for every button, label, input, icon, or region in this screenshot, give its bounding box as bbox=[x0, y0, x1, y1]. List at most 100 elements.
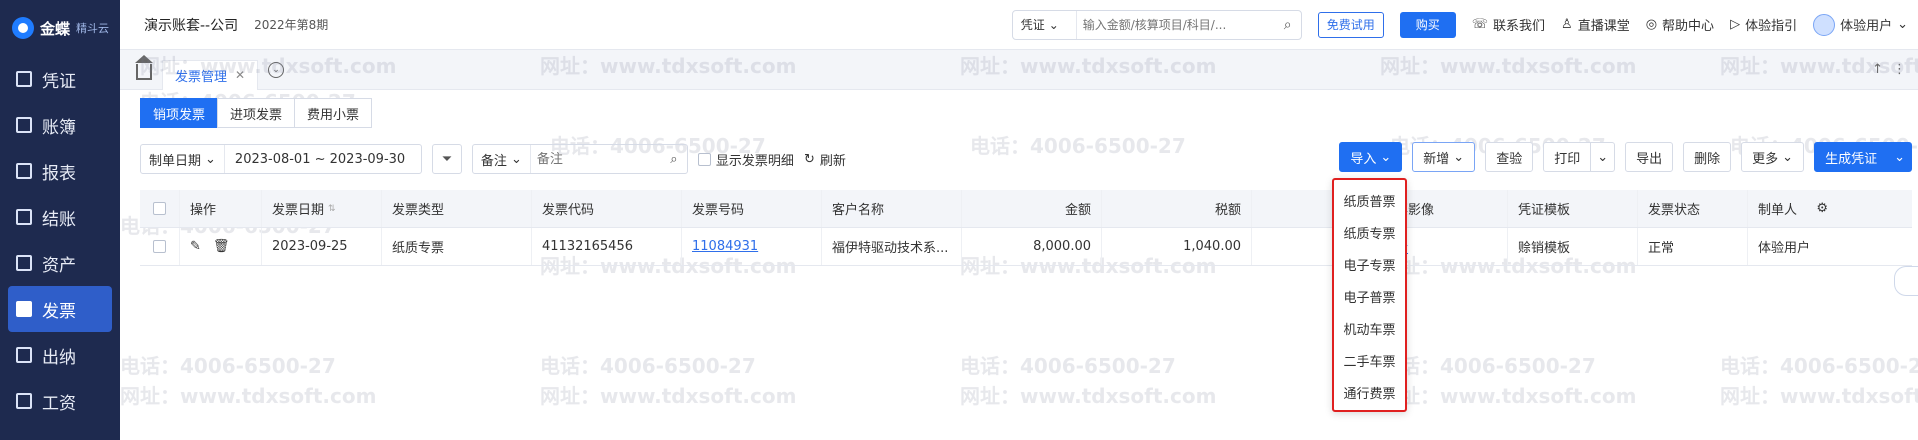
menu-item-paper-normal[interactable]: 纸质普票 bbox=[1334, 184, 1405, 216]
cell-type: 纸质专票 bbox=[382, 228, 532, 265]
scroll-top-icon[interactable]: ↑ bbox=[1872, 62, 1883, 77]
refresh-button[interactable]: ↻ 刷新 bbox=[804, 150, 846, 169]
brand-logo: 金蝶 精斗云 bbox=[0, 0, 120, 56]
menu-item-toll[interactable]: 通行费票 bbox=[1334, 376, 1405, 408]
export-button[interactable]: 导出 bbox=[1625, 142, 1674, 172]
sort-icon[interactable]: ⇅ bbox=[328, 204, 336, 214]
menu-item-paper-special[interactable]: 纸质专票 bbox=[1334, 216, 1405, 248]
import-button[interactable]: 导入 ⌄ bbox=[1339, 142, 1403, 172]
sidebar-item-invoice[interactable]: 发票 bbox=[8, 286, 112, 332]
contact-us-link[interactable]: ☏ 联系我们 bbox=[1472, 15, 1545, 34]
watermark-phone: 电话：4006-6500-27 bbox=[120, 354, 336, 378]
main-content: 电话：4006-6500-27 网址：www.tdxsoft.com 网址：ww… bbox=[120, 54, 1918, 440]
free-trial-button[interactable]: 免费试用 bbox=[1317, 11, 1384, 38]
generate-split-button: 生成凭证 ⌄ bbox=[1814, 142, 1912, 172]
note-search-input[interactable] bbox=[530, 151, 661, 167]
tabs-more-icon[interactable]: ⌄ bbox=[268, 61, 285, 78]
tab-invoice-management[interactable]: 发票管理 ✕ bbox=[162, 59, 259, 90]
generate-voucher-button[interactable]: 生成凭证 bbox=[1814, 142, 1889, 172]
col-invoice-status: 发票状态 bbox=[1638, 190, 1748, 227]
sidebar-item-cashier[interactable]: 出纳 bbox=[0, 332, 120, 378]
cell-date: 2023-09-25 bbox=[262, 228, 382, 265]
add-button[interactable]: 新增 ⌄ bbox=[1412, 142, 1476, 172]
sidebar: 金蝶 精斗云 凭证 账簿 报表 结账 资产 发票 出纳 工资 bbox=[0, 0, 120, 440]
search-icon[interactable]: ⌕ bbox=[1275, 17, 1301, 33]
sidebar-item-closing[interactable]: 结账 bbox=[0, 194, 120, 240]
salary-icon bbox=[16, 393, 32, 409]
show-detail-checkbox[interactable]: 显示发票明细 bbox=[697, 150, 794, 169]
feedback-icon[interactable] bbox=[1894, 266, 1918, 296]
print-options-button[interactable]: ⌄ bbox=[1590, 142, 1616, 172]
person-icon: ♙ bbox=[1561, 17, 1573, 32]
help-center-link[interactable]: ◎ 帮助中心 bbox=[1646, 15, 1714, 34]
watermark-site: 网址：www.tdxsoft.com bbox=[540, 384, 797, 408]
sidebar-item-report[interactable]: 报表 bbox=[0, 148, 120, 194]
more-button[interactable]: 更多 ⌄ bbox=[1741, 142, 1805, 172]
row-checkbox[interactable] bbox=[140, 228, 180, 265]
delete-button[interactable]: 删除 bbox=[1683, 142, 1732, 172]
closing-icon bbox=[16, 209, 32, 225]
chevron-down-icon: ⌄ bbox=[510, 151, 522, 167]
select-all-checkbox[interactable] bbox=[140, 190, 180, 227]
user-menu[interactable]: 体验用户 ⌄ bbox=[1813, 13, 1908, 36]
close-icon[interactable]: ✕ bbox=[235, 68, 245, 82]
col-invoice-date[interactable]: 发票日期 ⇅ bbox=[262, 190, 382, 227]
menu-item-used-car[interactable]: 二手车票 bbox=[1334, 344, 1405, 376]
col-amount: 金额 bbox=[962, 190, 1102, 227]
watermark-phone: 电话：4006-6500-27 bbox=[1720, 354, 1918, 378]
col-invoice-number: 发票号码 bbox=[682, 190, 822, 227]
cell-code: 41132165456 bbox=[532, 228, 682, 265]
cell-customer: 福伊特驱动技术系... bbox=[822, 228, 962, 265]
trash-icon[interactable]: 🗑 bbox=[213, 239, 230, 254]
generate-options-button[interactable]: ⌄ bbox=[1887, 142, 1912, 172]
brand-name: 金蝶 bbox=[40, 19, 71, 38]
play-icon: ▷ bbox=[1730, 17, 1741, 32]
menu-item-e-special[interactable]: 电子专票 bbox=[1334, 248, 1405, 280]
col-invoice-type: 发票类型 bbox=[382, 190, 532, 227]
menu-item-e-normal[interactable]: 电子普票 bbox=[1334, 280, 1405, 312]
chevron-down-icon: ⌄ bbox=[1597, 149, 1609, 165]
watermark-site: 网址：www.tdxsoft.com bbox=[960, 384, 1217, 408]
menu-item-vehicle[interactable]: 机动车票 bbox=[1334, 312, 1405, 344]
guide-link[interactable]: ▷ 体验指引 bbox=[1730, 15, 1797, 34]
tab-expense-receipt[interactable]: 费用小票 bbox=[294, 98, 373, 128]
edit-icon[interactable]: ✎ bbox=[190, 239, 201, 254]
cell-status: 正常 bbox=[1638, 228, 1748, 265]
row-operations: ✎ 🗑 bbox=[180, 228, 262, 265]
chevron-down-icon: ⌄ bbox=[205, 151, 216, 167]
ledger-icon bbox=[16, 117, 32, 133]
checkbox-icon bbox=[153, 240, 166, 253]
sidebar-item-asset[interactable]: 资产 bbox=[0, 240, 120, 286]
global-search-input[interactable] bbox=[1076, 17, 1275, 32]
col-invoice-code: 发票代码 bbox=[532, 190, 682, 227]
more-vertical-icon[interactable]: ⋮ bbox=[1893, 62, 1906, 77]
date-type-select[interactable]: 制单日期 ⌄ bbox=[141, 145, 225, 173]
kingdee-logo-icon bbox=[12, 17, 34, 39]
watermark-phone: 电话：4006-6500-27 bbox=[960, 354, 1176, 378]
chevron-down-icon: ⌄ bbox=[1897, 17, 1908, 32]
tab-purchase-invoice[interactable]: 进项发票 bbox=[217, 98, 296, 128]
sidebar-item-ledger[interactable]: 账簿 bbox=[0, 102, 120, 148]
date-range-input[interactable]: 2023-08-01 ~ 2023-09-30 bbox=[225, 152, 421, 167]
company-name[interactable]: 演示账套--公司 bbox=[144, 15, 238, 35]
brand-sub: 精斗云 bbox=[76, 22, 110, 35]
live-class-link[interactable]: ♙ 直播课堂 bbox=[1561, 15, 1630, 34]
search-icon[interactable]: ⌕ bbox=[661, 152, 687, 167]
chevron-down-icon: ⌄ bbox=[1782, 149, 1794, 165]
cashier-icon bbox=[16, 347, 32, 363]
invoice-number-link[interactable]: 11084931 bbox=[692, 239, 758, 254]
buy-button[interactable]: 购买 bbox=[1399, 11, 1456, 38]
sidebar-item-voucher[interactable]: 凭证 bbox=[0, 56, 120, 102]
tab-sales-invoice[interactable]: 销项发票 bbox=[140, 98, 219, 128]
sidebar-item-salary[interactable]: 工资 bbox=[0, 378, 120, 424]
settings-icon[interactable]: ⚙ bbox=[1816, 201, 1828, 216]
invoice-type-tabs: 销项发票 进项发票 费用小票 bbox=[140, 98, 373, 128]
home-icon[interactable] bbox=[135, 54, 153, 80]
check-button[interactable]: 查验 bbox=[1485, 142, 1534, 172]
filter-icon[interactable]: ⏷ bbox=[431, 144, 462, 174]
asset-icon bbox=[16, 255, 32, 271]
note-field-select[interactable]: 备注 ⌄ bbox=[473, 145, 531, 173]
col-creator: 制单人 ⚙ bbox=[1758, 201, 1828, 218]
print-button[interactable]: 打印 bbox=[1543, 142, 1592, 172]
search-type-select[interactable]: 凭证 ⌄ bbox=[1013, 10, 1077, 39]
